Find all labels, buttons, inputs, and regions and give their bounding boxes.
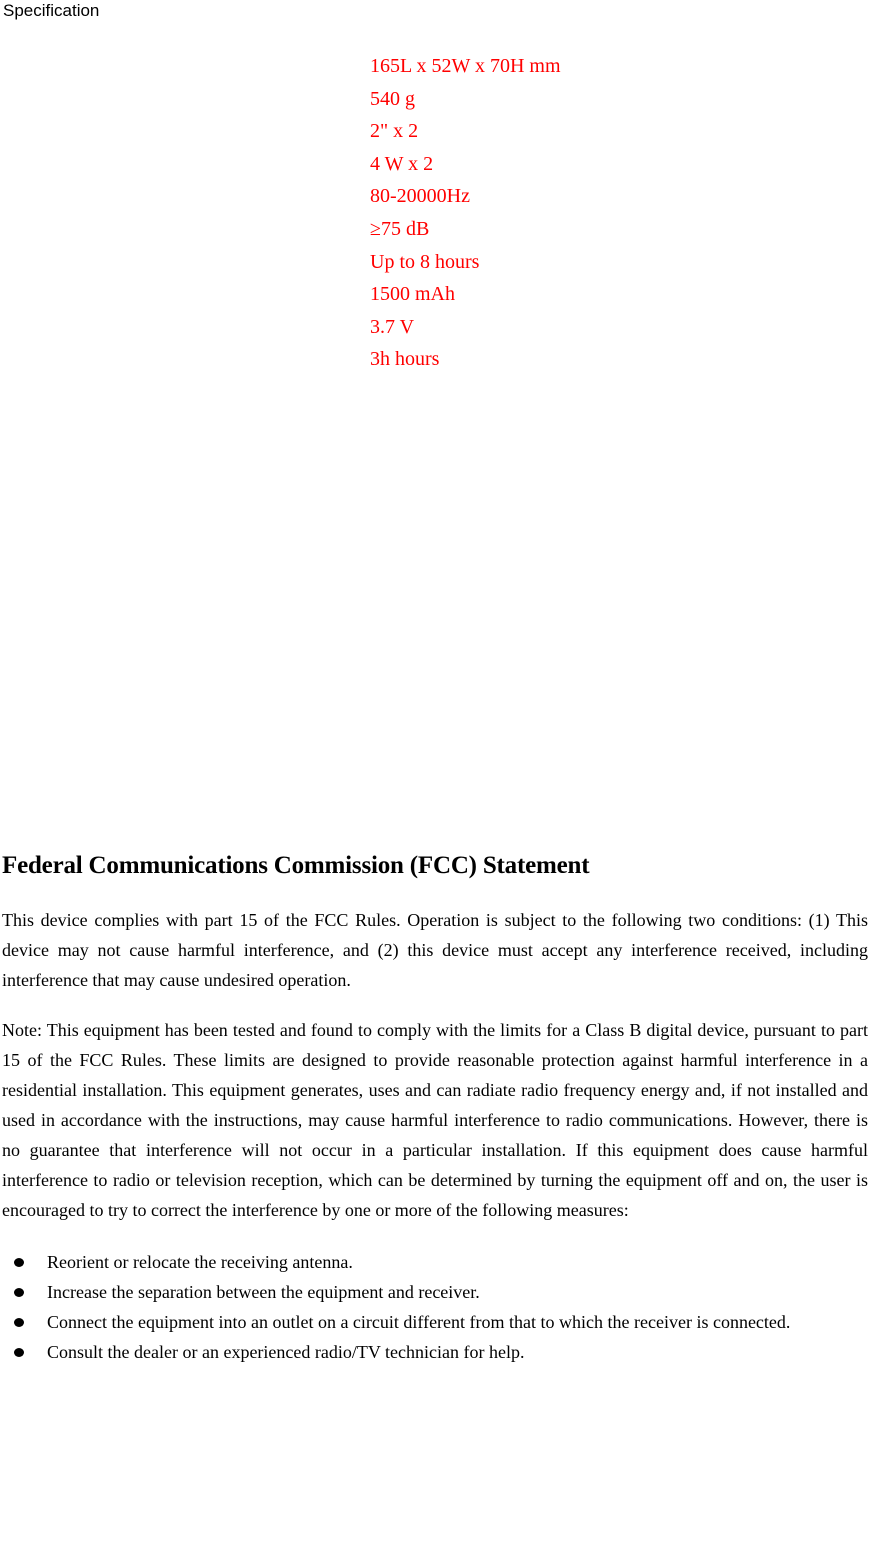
fcc-section-heading: Federal Communications Commission (FCC) … <box>2 852 590 879</box>
bullet-dot-icon <box>14 1288 24 1297</box>
spec-value-frequency-range: 80-20000Hz <box>370 185 470 208</box>
specification-value-column: 165L x 52W x 70H mm 540 g 2" x 2 4 W x 2… <box>370 50 790 376</box>
list-item-label: Connect the equipment into an outlet on … <box>47 1312 791 1332</box>
spec-value-driver-size: 2" x 2 <box>370 120 419 143</box>
fcc-statement-section: Federal Communications Commission (FCC) … <box>2 850 868 1367</box>
corrective-measures-list: Reorient or relocate the receiving anten… <box>2 1247 868 1367</box>
bullet-dot-icon <box>14 1318 24 1327</box>
running-header: Specification <box>3 1 100 20</box>
spec-value-output-power: 4 W x 2 <box>370 152 434 175</box>
list-item: Reorient or relocate the receiving anten… <box>2 1247 868 1277</box>
list-item-label: Consult the dealer or an experienced rad… <box>47 1342 525 1362</box>
fcc-compliance-paragraph: This device complies with part 15 of the… <box>2 910 868 990</box>
list-item-label: Reorient or relocate the receiving anten… <box>47 1252 353 1272</box>
list-item: Consult the dealer or an experienced rad… <box>2 1337 868 1367</box>
spec-value-play-time: Up to 8 hours <box>370 250 480 273</box>
fcc-class-b-note-paragraph: Note: This equipment has been tested and… <box>2 1020 868 1220</box>
spec-value-battery-capacity: 1500 mAh <box>370 283 455 306</box>
bullet-dot-icon <box>14 1348 24 1357</box>
spec-value-charging-time: 3h hours <box>370 348 440 371</box>
spec-value-battery-voltage: 3.7 V <box>370 315 415 338</box>
spec-value-dimensions: 165L x 52W x 70H mm <box>370 55 561 77</box>
list-item: Increase the separation between the equi… <box>2 1277 868 1307</box>
document-page: Specification 165L x 52W x 70H mm 540 g … <box>0 0 870 1549</box>
spec-value-signal-to-noise: ≥75 dB <box>370 217 430 240</box>
list-item-label: Increase the separation between the equi… <box>47 1282 480 1302</box>
spec-value-weight: 540 g <box>370 87 415 110</box>
bullet-dot-icon <box>14 1258 24 1267</box>
list-item: Connect the equipment into an outlet on … <box>2 1307 868 1337</box>
